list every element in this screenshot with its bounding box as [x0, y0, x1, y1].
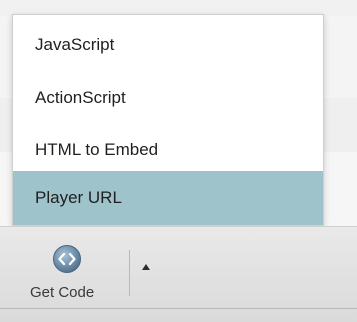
get-code-label: Get Code	[30, 284, 95, 301]
menu-item-actionscript[interactable]: ActionScript	[13, 71, 323, 125]
page: JavaScript ActionScript HTML to Embed Pl…	[0, 0, 357, 322]
menu-item-label: ActionScript	[35, 88, 126, 107]
get-code-button[interactable]: Get Code	[20, 236, 130, 306]
code-brackets-icon	[53, 245, 81, 273]
toolbar-divider	[0, 308, 357, 309]
menu-item-player-url[interactable]: Player URL	[13, 171, 323, 225]
toolbar-separator	[129, 250, 130, 296]
menu-item-label: JavaScript	[35, 35, 115, 54]
menu-item-label: HTML to Embed	[35, 140, 159, 159]
menu-item-javascript[interactable]: JavaScript	[13, 18, 323, 72]
menu-toggle-button[interactable]	[138, 256, 158, 280]
menu-item-html-to-embed[interactable]: HTML to Embed	[13, 123, 323, 177]
menu-item-label: Player URL	[35, 188, 122, 207]
triangle-up-icon	[142, 264, 150, 270]
get-code-dropdown-menu: JavaScript ActionScript HTML to Embed Pl…	[12, 14, 324, 226]
